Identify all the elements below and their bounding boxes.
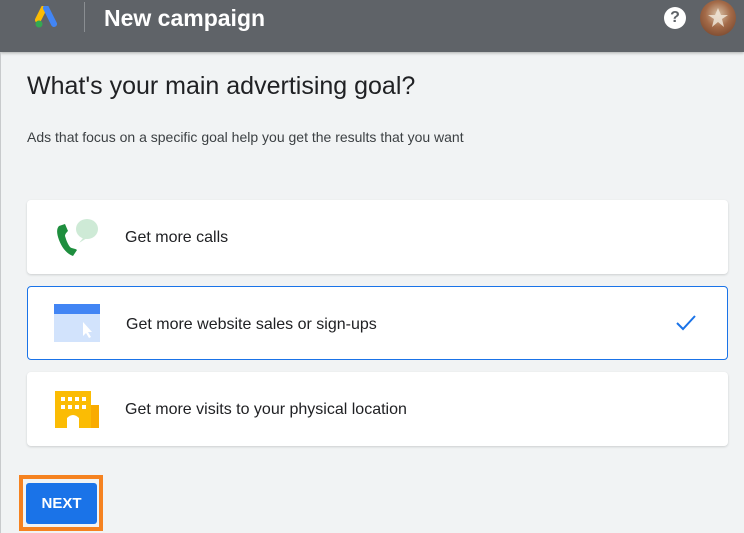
next-button[interactable]: NEXT — [26, 483, 97, 524]
goal-label-calls: Get more calls — [125, 229, 229, 246]
goal-label-website-sales: Get more website sales or sign-ups — [126, 316, 377, 333]
header-divider — [84, 2, 85, 32]
goal-option-physical-location[interactable]: Get more visits to your physical locatio… — [27, 372, 728, 446]
checkmark-icon — [675, 314, 697, 332]
phone-call-icon — [53, 216, 101, 263]
goal-option-website-sales[interactable]: Get more website sales or sign-ups — [27, 286, 728, 360]
goal-label-physical-location: Get more visits to your physical locatio… — [125, 401, 407, 418]
page-description: Ads that focus on a specific goal help y… — [27, 129, 464, 145]
top-app-bar: New campaign ? — [0, 0, 744, 52]
store-building-icon — [53, 389, 101, 434]
page-heading: What's your main advertising goal? — [27, 72, 416, 100]
website-cursor-icon — [54, 304, 100, 347]
google-ads-logo-icon[interactable] — [34, 5, 62, 30]
help-circle-icon[interactable]: ? — [664, 7, 686, 29]
content-left-border — [0, 52, 1, 533]
goal-option-calls[interactable]: Get more calls — [27, 200, 728, 274]
page-title: New campaign — [104, 5, 266, 31]
avatar[interactable] — [700, 0, 736, 36]
